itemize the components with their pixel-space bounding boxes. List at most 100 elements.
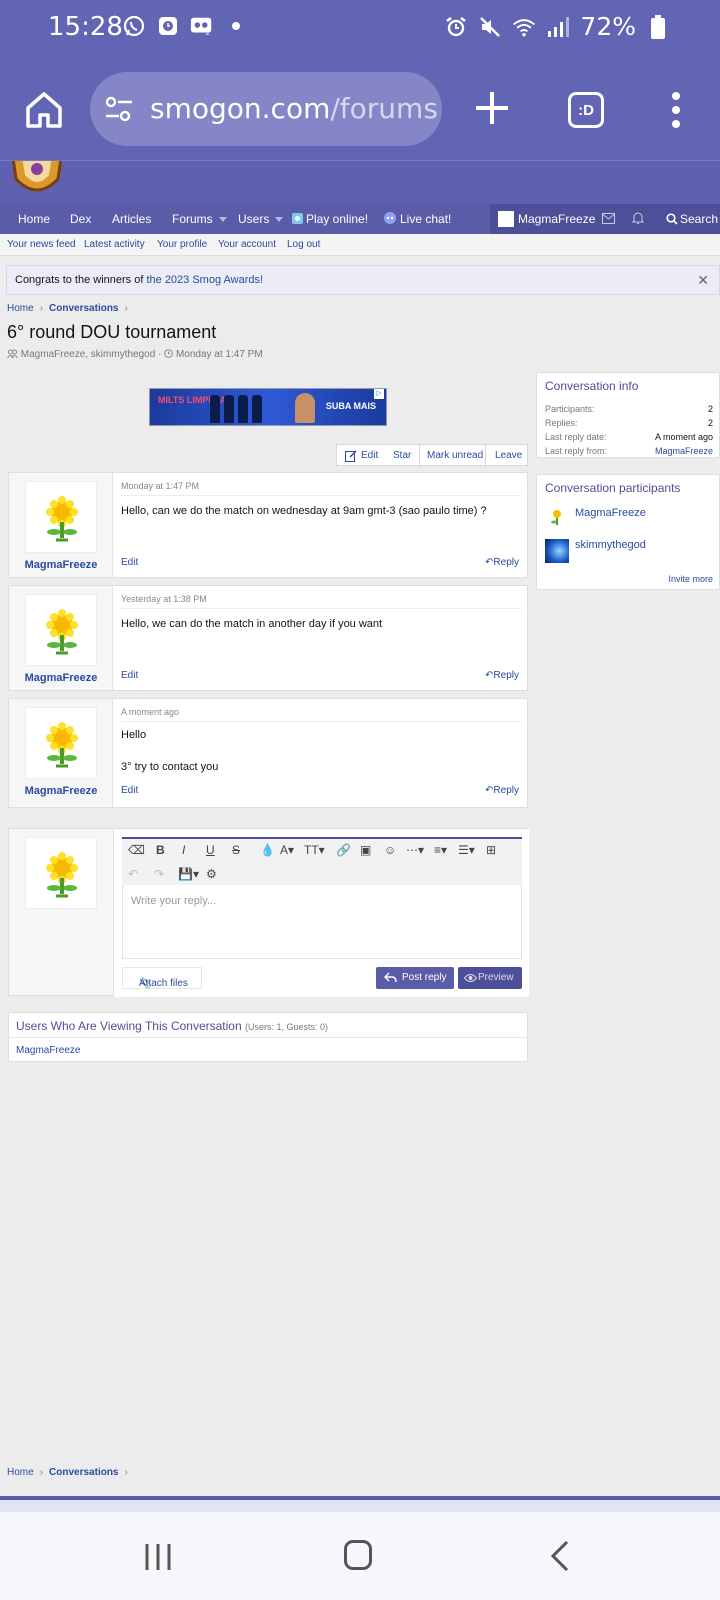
chevron-right-icon: ›	[124, 303, 128, 314]
recent-apps-icon[interactable]	[144, 1542, 172, 1577]
address-bar[interactable]: smogon.com/forums	[90, 72, 442, 146]
subnav-your-account[interactable]: Your account	[218, 239, 276, 250]
message-body: Hello, we can do the match in another da…	[121, 618, 383, 630]
emoji-icon[interactable]: ☺	[384, 843, 396, 857]
message-edit-link[interactable]: Edit	[121, 557, 138, 568]
post-reply-button[interactable]: Post reply	[376, 967, 454, 989]
home-icon[interactable]	[22, 88, 66, 132]
strikethrough-icon[interactable]: S	[232, 843, 240, 857]
invite-more-link[interactable]: Invite more	[668, 574, 713, 584]
last-reply-user-link[interactable]: MagmaFreeze	[655, 446, 713, 456]
clear-format-icon[interactable]: ⌫	[128, 843, 145, 857]
participant-link[interactable]: MagmaFreeze	[575, 507, 646, 519]
breadcrumb-conversations[interactable]: Conversations	[49, 303, 118, 314]
nav-home[interactable]: Home	[18, 212, 50, 226]
nav-users[interactable]: Users	[238, 212, 284, 226]
search-label: Search	[680, 212, 719, 226]
new-tab-icon[interactable]	[472, 88, 512, 128]
overflow-menu-icon[interactable]	[664, 92, 688, 128]
subnav-log-out[interactable]: Log out	[287, 239, 320, 250]
message-author[interactable]: MagmaFreeze	[9, 785, 113, 797]
message: MagmaFreeze A moment ago Hello 3° try to…	[8, 698, 528, 808]
message-reply-button[interactable]: ↶Reply	[485, 670, 519, 681]
more-options-icon[interactable]: ⋯▾	[406, 843, 424, 857]
bell-icon[interactable]	[631, 212, 645, 228]
info-row-last-reply-date: Last reply date: A moment ago	[545, 432, 713, 442]
signal-icon	[546, 15, 570, 39]
message-reply-button[interactable]: ↶Reply	[485, 557, 519, 568]
mute-icon	[478, 15, 502, 39]
footer	[0, 1500, 720, 1512]
participant-link[interactable]: skimmythegod	[575, 539, 646, 551]
redo-icon[interactable]: ↷	[154, 867, 164, 881]
align-icon[interactable]: ≡▾	[434, 843, 447, 857]
message-date[interactable]: Yesterday at 1:38 PM	[121, 594, 207, 604]
nav-dex[interactable]: Dex	[70, 212, 91, 226]
nav-account[interactable]: MagmaFreeze	[490, 204, 660, 234]
message-body-line: 3° try to contact you	[121, 761, 219, 773]
font-family-icon[interactable]: A▾	[280, 843, 294, 857]
undo-icon[interactable]: ↶	[128, 867, 138, 881]
nav-articles[interactable]: Articles	[112, 212, 151, 226]
message-author[interactable]: MagmaFreeze	[9, 559, 113, 571]
subnav-your-profile[interactable]: Your profile	[157, 239, 207, 250]
breadcrumb-home[interactable]: Home	[7, 1467, 34, 1478]
reply-textarea[interactable]: Write your reply...	[122, 885, 522, 959]
message-edit-link[interactable]: Edit	[121, 670, 138, 681]
italic-icon[interactable]: I	[182, 843, 185, 857]
ad-choices-icon[interactable]: ▷	[374, 389, 384, 399]
bold-icon[interactable]: B	[156, 843, 165, 857]
smogon-logo[interactable]	[8, 161, 66, 201]
message-user-cell: MagmaFreeze	[9, 473, 113, 577]
voicemail-icon: 2	[190, 14, 214, 38]
list-icon[interactable]: ☰▾	[458, 843, 475, 857]
avatar[interactable]	[25, 481, 97, 553]
viewer-link[interactable]: MagmaFreeze	[16, 1045, 80, 1056]
breadcrumb-bottom: Home › Conversations ›	[7, 1467, 134, 1478]
message-reply-button[interactable]: ↶Reply	[485, 785, 519, 796]
conversation-date: Monday at 1:47 PM	[175, 349, 263, 360]
reply-form: ⌫ B I U S 💧 A▾ TT▾ 🔗 ▣ ☺ ⋯▾ ≡▾ ☰▾ ⊞ ↶ ↷ …	[8, 828, 529, 997]
table-icon[interactable]: ⊞	[486, 843, 496, 857]
subnav-latest-activity[interactable]: Latest activity	[84, 239, 145, 250]
avatar[interactable]	[545, 505, 569, 529]
attach-files-button[interactable]: 📎 Attach files	[122, 967, 202, 989]
text-color-icon[interactable]: 💧	[260, 843, 275, 857]
message-date[interactable]: Monday at 1:47 PM	[121, 481, 199, 491]
site-settings-icon[interactable]	[104, 96, 134, 127]
message-date[interactable]: A moment ago	[121, 707, 179, 717]
mark-unread-button[interactable]: Mark unread	[427, 450, 483, 461]
notice-link[interactable]: the 2023 Smog Awards!	[146, 274, 263, 286]
back-icon[interactable]	[550, 1540, 570, 1577]
advertisement[interactable]: MILTS LIMPEZA SUBA MAIS ▷	[149, 388, 387, 426]
link-icon[interactable]: 🔗	[336, 843, 351, 857]
leave-button[interactable]: Leave	[495, 450, 522, 461]
tab-switcher-button[interactable]: :D	[568, 92, 604, 128]
message-edit-link[interactable]: Edit	[121, 785, 138, 796]
image-icon[interactable]: ▣	[360, 843, 371, 857]
edit-button[interactable]: Edit	[361, 450, 378, 461]
nav-forums[interactable]: Forums	[172, 212, 227, 226]
status-bar: 15:28 2 72%	[0, 0, 720, 56]
drafts-icon[interactable]: 💾▾	[178, 867, 199, 881]
viewers-title: Users Who Are Viewing This Conversation …	[16, 1019, 329, 1033]
gear-icon[interactable]: ⚙	[206, 867, 217, 881]
inbox-icon[interactable]	[602, 213, 615, 227]
font-size-icon[interactable]: TT▾	[304, 843, 325, 857]
underline-icon[interactable]: U	[206, 843, 215, 857]
nav-play-online[interactable]: Play online!	[292, 212, 368, 226]
avatar[interactable]	[25, 707, 97, 779]
avatar[interactable]	[25, 594, 97, 666]
star-button[interactable]: Star	[393, 450, 411, 461]
home-button-icon[interactable]	[344, 1540, 372, 1570]
subnav-news-feed[interactable]: Your news feed	[7, 239, 76, 250]
message-author[interactable]: MagmaFreeze	[9, 672, 113, 684]
avatar[interactable]	[545, 539, 569, 563]
nav-live-chat[interactable]: Live chat!	[384, 212, 451, 226]
preview-button[interactable]: Preview	[458, 967, 522, 989]
breadcrumb-home[interactable]: Home	[7, 303, 34, 314]
dot-icon	[224, 14, 248, 38]
close-icon[interactable]: ✕	[697, 272, 709, 289]
breadcrumb-conversations[interactable]: Conversations	[49, 1467, 118, 1478]
search-button[interactable]: Search	[656, 204, 720, 234]
